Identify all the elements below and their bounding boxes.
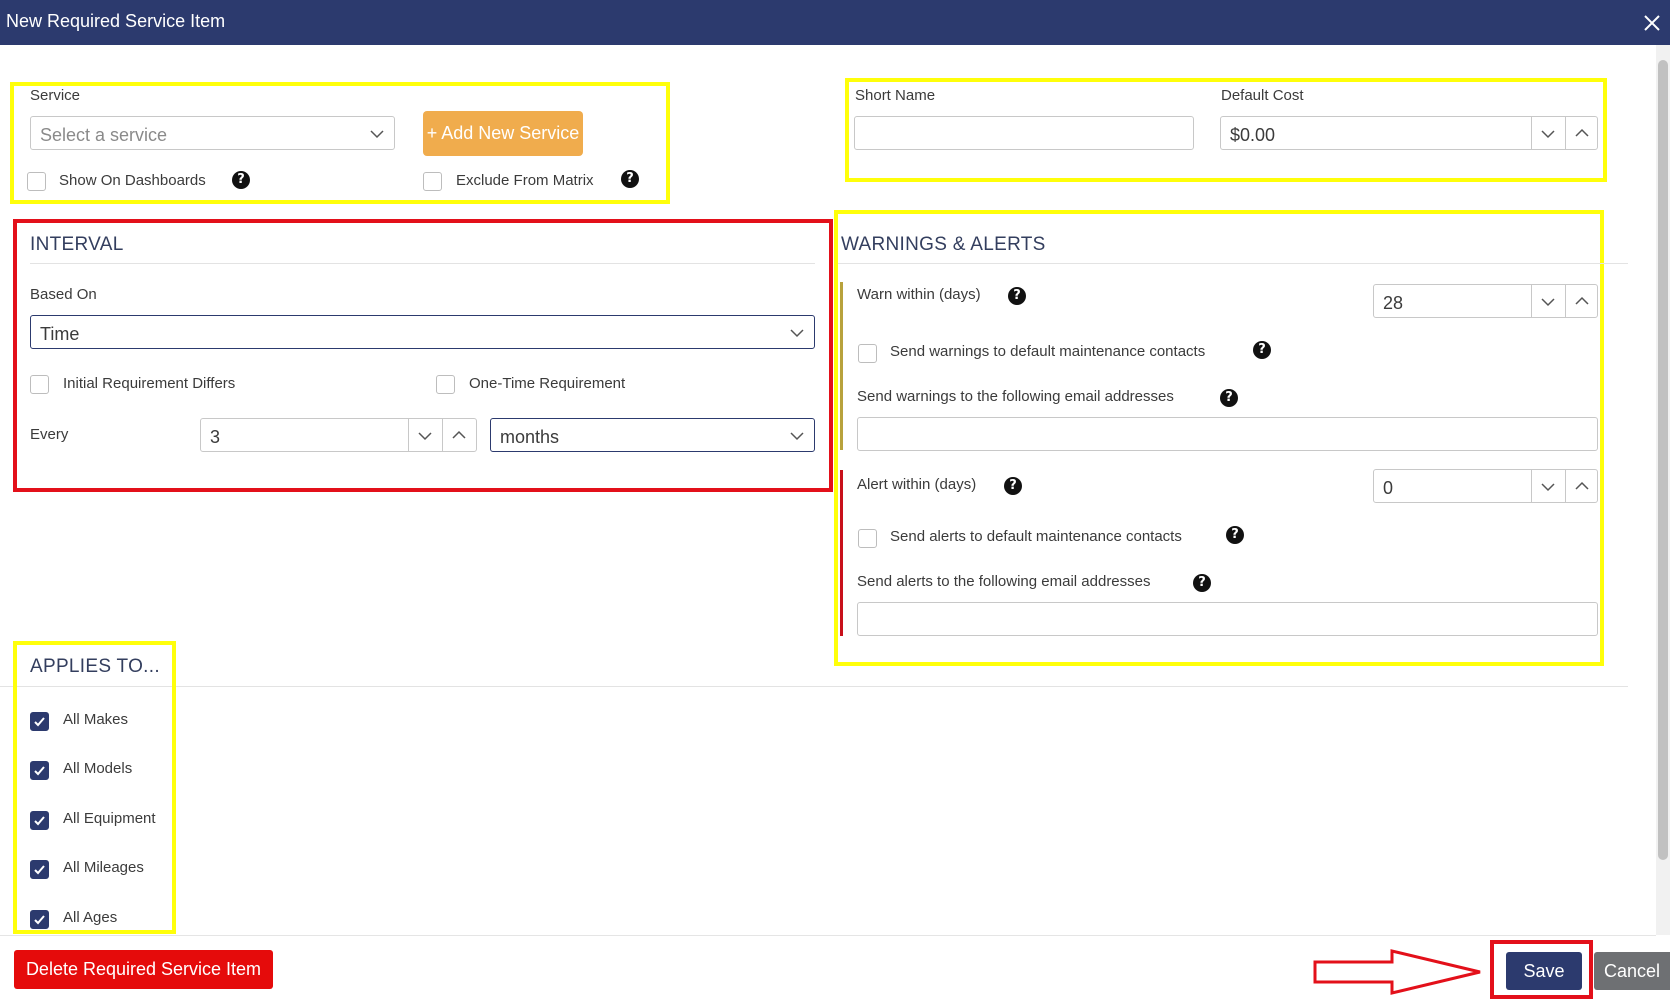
send-alerts-default-label: Send alerts to default maintenance conta… — [890, 528, 1182, 545]
one-time-requirement-label: One-Time Requirement — [469, 375, 626, 392]
alert-emails-input[interactable] — [857, 602, 1598, 636]
interval-unit-select[interactable]: months — [490, 418, 815, 452]
short-name-label: Short Name — [855, 87, 936, 104]
chevron-down-icon — [790, 329, 804, 338]
help-icon[interactable]: ? — [621, 170, 639, 188]
based-on-select[interactable]: Time — [30, 315, 815, 349]
chevron-up-icon[interactable] — [1575, 128, 1589, 138]
applies-to-divider — [0, 686, 1628, 687]
based-on-value: Time — [40, 324, 80, 344]
service-label: Service — [30, 87, 81, 104]
chevron-up-icon[interactable] — [1575, 296, 1589, 306]
check-icon — [34, 816, 45, 826]
stepper-divider — [442, 419, 443, 451]
service-select[interactable]: Select a service — [30, 116, 395, 150]
chevron-down-icon — [370, 130, 384, 139]
exclude-from-matrix-checkbox[interactable] — [423, 172, 442, 191]
applies-to-checkbox-equipment[interactable] — [30, 811, 49, 830]
interval-unit-value: months — [500, 427, 560, 447]
applies-to-checkbox-makes[interactable] — [30, 712, 49, 731]
chevron-down-icon[interactable] — [1541, 129, 1555, 139]
every-stepper[interactable]: 3 — [200, 418, 477, 452]
send-alerts-default-checkbox[interactable] — [858, 529, 877, 548]
scrollbar-thumb[interactable] — [1658, 60, 1668, 860]
check-icon — [34, 766, 45, 776]
stepper-divider — [408, 419, 409, 451]
check-icon — [34, 865, 45, 875]
stepper-divider — [1565, 470, 1566, 502]
warnings-title: WARNINGS & ALERTS — [841, 234, 1046, 255]
help-icon[interactable]: ? — [1008, 287, 1026, 305]
applies-to-checkbox-ages[interactable] — [30, 910, 49, 929]
add-new-service-button[interactable]: + Add New Service — [423, 111, 583, 156]
service-select-placeholder: Select a service — [40, 125, 168, 145]
help-icon[interactable]: ? — [1253, 341, 1271, 359]
stepper-divider — [1565, 117, 1566, 149]
based-on-label: Based On — [30, 286, 97, 303]
stepper-divider — [1565, 285, 1566, 317]
help-icon[interactable]: ? — [1220, 389, 1238, 407]
applies-to-label: All Models — [63, 760, 133, 777]
chevron-down-icon[interactable] — [1541, 297, 1555, 307]
send-warnings-default-checkbox[interactable] — [858, 344, 877, 363]
send-alerts-emails-label: Send alerts to the following email addre… — [857, 573, 1151, 590]
warn-emails-input[interactable] — [857, 417, 1598, 451]
applies-to-label: All Makes — [63, 711, 129, 728]
default-cost-label: Default Cost — [1221, 87, 1304, 104]
initial-requirement-differs-label: Initial Requirement Differs — [63, 375, 236, 392]
dialog-title: New Required Service Item — [6, 11, 226, 31]
send-warnings-emails-label: Send warnings to the following email add… — [857, 388, 1174, 405]
default-cost-stepper[interactable]: $0.00 — [1220, 116, 1598, 150]
initial-requirement-differs-checkbox[interactable] — [30, 375, 49, 394]
delete-required-service-item-button[interactable]: Delete Required Service Item — [14, 950, 273, 989]
dialog-titlebar — [0, 0, 1670, 45]
alert-within-label: Alert within (days) — [857, 476, 977, 493]
send-warnings-default-label: Send warnings to default maintenance con… — [890, 343, 1206, 360]
stepper-divider — [1531, 285, 1532, 317]
check-icon — [34, 915, 45, 925]
chevron-down-icon — [790, 432, 804, 441]
one-time-requirement-checkbox[interactable] — [436, 375, 455, 394]
save-button[interactable]: Save — [1506, 952, 1582, 990]
exclude-from-matrix-label: Exclude From Matrix — [456, 172, 594, 189]
warn-within-label: Warn within (days) — [857, 286, 981, 303]
alert-within-stepper[interactable]: 0 — [1373, 469, 1598, 503]
applies-to-title: APPLIES TO... — [30, 656, 160, 677]
chevron-up-icon[interactable] — [1575, 481, 1589, 491]
applies-to-label: All Mileages — [63, 859, 144, 876]
warn-within-value: 28 — [1383, 293, 1404, 313]
applies-to-checkbox-models[interactable] — [30, 761, 49, 780]
show-on-dashboards-checkbox[interactable] — [27, 172, 46, 191]
default-cost-value: $0.00 — [1230, 125, 1276, 145]
every-value: 3 — [210, 427, 221, 447]
arrow-right-icon — [1313, 949, 1481, 995]
applies-to-checkbox-mileages[interactable] — [30, 860, 49, 879]
every-label: Every — [30, 426, 69, 443]
chevron-up-icon[interactable] — [452, 430, 466, 440]
chevron-down-icon[interactable] — [1541, 482, 1555, 492]
help-icon[interactable]: ? — [1226, 526, 1244, 544]
alert-within-value: 0 — [1383, 478, 1394, 498]
warnings-divider — [838, 263, 1628, 264]
short-name-input[interactable] — [854, 116, 1194, 150]
applies-to-label: All Ages — [63, 909, 118, 926]
footer-divider — [0, 935, 1656, 936]
cancel-button[interactable]: Cancel — [1594, 952, 1670, 990]
applies-to-highlight — [13, 641, 176, 934]
show-on-dashboards-label: Show On Dashboards — [59, 172, 206, 189]
help-icon[interactable]: ? — [1004, 477, 1022, 495]
chevron-down-icon[interactable] — [418, 431, 432, 441]
alerts-accent-bar — [840, 470, 843, 636]
close-icon[interactable] — [1642, 13, 1662, 33]
help-icon[interactable]: ? — [232, 171, 250, 189]
stepper-divider — [1531, 117, 1532, 149]
interval-title: INTERVAL — [30, 234, 124, 255]
check-icon — [34, 717, 45, 727]
warnings-accent-bar — [840, 282, 843, 450]
help-icon[interactable]: ? — [1193, 574, 1211, 592]
interval-divider — [30, 263, 815, 264]
warn-within-stepper[interactable]: 28 — [1373, 284, 1598, 318]
applies-to-label: All Equipment — [63, 810, 156, 827]
stepper-divider — [1531, 470, 1532, 502]
